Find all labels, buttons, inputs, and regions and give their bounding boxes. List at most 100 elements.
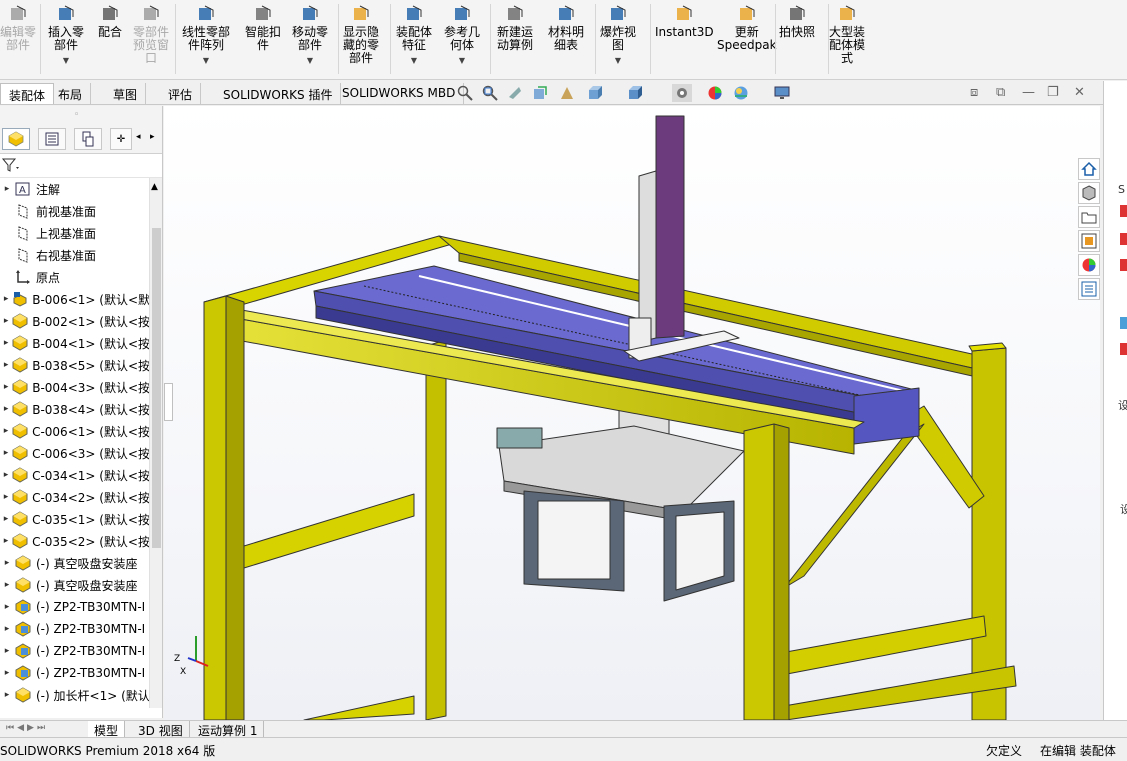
expand-arrow-icon[interactable]: ▸ — [0, 470, 12, 480]
expand-arrow-icon[interactable]: ▸ — [0, 382, 12, 392]
ribbon-button-move-component[interactable]: 移动零 部件 ▼ — [292, 4, 328, 67]
expand-arrow-icon[interactable]: ▸ — [0, 448, 12, 458]
graphics-area[interactable]: Z X — [164, 106, 1100, 720]
expand-arrow-icon[interactable]: ▸ — [0, 338, 12, 348]
design-library-icon[interactable] — [1078, 182, 1100, 204]
tree-node[interactable]: ▸ (-) ZP2-TB30MTN-I — [0, 596, 150, 618]
ribbon-button-exploded-view[interactable]: 爆炸视 图 ▼ — [600, 4, 636, 67]
tree-node[interactable]: ▸ C-034<2> (默认<按 — [0, 486, 150, 508]
tab-document-1[interactable]: 3D 视图 — [132, 721, 190, 738]
expand-arrow-icon[interactable]: ▸ — [0, 184, 14, 194]
dropdown-arrow-icon[interactable]: ▼ — [411, 54, 417, 67]
view-palette-icon[interactable] — [1078, 230, 1100, 252]
expand-arrow-icon[interactable]: ▸ — [0, 668, 14, 678]
dropdown-arrow-icon[interactable]: ▼ — [459, 54, 465, 67]
ribbon-button-insert-component[interactable]: 插入零 部件 ▼ — [48, 4, 84, 67]
tree-node[interactable]: 上视基准面 — [0, 222, 150, 244]
expand-arrow-icon[interactable]: ▸ — [0, 514, 12, 524]
hide-show-items-icon[interactable] — [672, 84, 692, 102]
tree-node[interactable]: ▸ B-002<1> (默认<按 — [0, 310, 150, 332]
edit-appearance-icon[interactable] — [705, 84, 725, 102]
tree-node[interactable]: ▸ B-038<5> (默认<按 — [0, 354, 150, 376]
tree-node[interactable]: 原点 — [0, 266, 150, 288]
ribbon-button-reference-geometry[interactable]: 参考几 何体 ▼ — [444, 4, 480, 67]
ribbon-button-show-hidden[interactable]: 显示隐 藏的零 部件 — [343, 4, 379, 65]
tree-node[interactable]: ▸ B-006<1> (默认<默 — [0, 288, 150, 310]
scroll-up-icon[interactable]: ▲ — [151, 182, 158, 192]
solidworks-resource-icon[interactable] — [1120, 205, 1127, 217]
expand-arrow-icon[interactable]: ▸ — [0, 426, 12, 436]
tab-document-2[interactable]: 运动算例 1 — [192, 721, 265, 738]
appearances-icon[interactable] — [1078, 254, 1100, 276]
tree-node[interactable]: ▸ B-004<3> (默认<按 — [0, 376, 150, 398]
community-icon[interactable] — [1120, 317, 1127, 329]
tab-document-0[interactable]: 模型 — [88, 721, 126, 738]
expand-arrow-icon[interactable]: ▸ — [0, 360, 12, 370]
panel-grip-icon[interactable]: ◦ — [74, 110, 79, 120]
expand-arrow-icon[interactable]: ▸ — [0, 316, 12, 326]
ribbon-button-assembly-features[interactable]: 装配体 特征 ▼ — [396, 4, 432, 67]
ribbon-button-linear-pattern[interactable]: 线性零部 件阵列 ▼ — [182, 4, 230, 67]
solidworks-resource-icon[interactable] — [1120, 233, 1127, 245]
ribbon-button-motion-study[interactable]: 新建运 动算例 — [497, 4, 533, 52]
property-manager-tab-icon[interactable] — [38, 128, 66, 150]
tab-command-3[interactable]: 评估 — [160, 83, 202, 104]
scroll-thumb[interactable] — [152, 228, 161, 548]
ribbon-button-edit-component[interactable]: 编辑零 部件 — [0, 4, 36, 52]
restore-left-icon[interactable]: ⧈ — [970, 85, 978, 100]
tab-command-4[interactable]: SOLIDWORKS 插件 — [215, 83, 342, 104]
expand-arrow-icon[interactable]: ▸ — [0, 536, 12, 546]
filter-icon[interactable] — [1, 158, 20, 175]
panel-flyout-handle[interactable] — [164, 383, 173, 421]
expand-arrow-icon[interactable]: ▸ — [0, 558, 14, 568]
close-document-icon[interactable]: ✕ — [1074, 85, 1085, 100]
tab-command-2[interactable]: 草图 — [105, 83, 147, 104]
solidworks-resource-icon[interactable] — [1120, 343, 1127, 355]
expand-arrow-icon[interactable]: ▸ — [0, 404, 12, 414]
tree-node[interactable]: ▸ B-038<4> (默认<按 — [0, 398, 150, 420]
dimxpert-tab-icon[interactable]: ✛ — [110, 128, 132, 150]
section-view-icon[interactable] — [530, 84, 550, 102]
tree-node[interactable]: ▸ (-) 真空吸盘安装座 — [0, 574, 150, 596]
tree-node[interactable]: ▸ (-) 加长杆<1> (默认 — [0, 684, 150, 706]
ribbon-button-smart-fasteners[interactable]: 智能扣 件 — [245, 4, 281, 52]
minimize-document-icon[interactable]: — — [1022, 85, 1035, 100]
tree-node[interactable]: ▸ C-006<3> (默认<按 — [0, 442, 150, 464]
restore-document-icon[interactable]: ❐ — [1047, 85, 1059, 100]
dynamic-annotation-icon[interactable] — [557, 84, 577, 102]
expand-arrow-icon[interactable]: ▸ — [0, 624, 14, 634]
ribbon-button-component-preview[interactable]: 零部件 预览窗 口 — [133, 4, 169, 65]
dropdown-arrow-icon[interactable]: ▼ — [203, 54, 209, 67]
apply-scene-icon[interactable] — [731, 84, 751, 102]
tree-node[interactable]: 前视基准面 — [0, 200, 150, 222]
ribbon-button-mate[interactable]: 配合 — [98, 4, 122, 39]
zoom-to-fit-icon[interactable] — [455, 84, 475, 102]
custom-properties-icon[interactable] — [1078, 278, 1100, 300]
tree-node[interactable]: ▸ (-) ZP2-TB30MTN-I — [0, 618, 150, 640]
home-icon[interactable] — [1078, 158, 1100, 180]
ribbon-button-snapshot[interactable]: 拍快照 — [779, 4, 815, 39]
tree-node[interactable]: ▸ C-035<2> (默认<按 — [0, 530, 150, 552]
ribbon-button-speedpak[interactable]: 更新 Speedpak — [717, 4, 777, 52]
tree-node[interactable]: ▸ C-034<1> (默认<按 — [0, 464, 150, 486]
solidworks-resource-icon[interactable] — [1120, 259, 1127, 271]
feature-manager-tab-icon[interactable] — [2, 128, 30, 150]
tabs-scroll-left-icon[interactable]: ◂ — [136, 132, 141, 142]
tree-node[interactable]: 右视基准面 — [0, 244, 150, 266]
expand-arrow-icon[interactable]: ▸ — [0, 646, 14, 656]
tree-node[interactable]: ▸ (-) ZP2-TB30MTN-I — [0, 662, 150, 684]
view-orientation-icon[interactable] — [585, 84, 605, 102]
dropdown-arrow-icon[interactable]: ▼ — [63, 54, 69, 67]
tab-command-5[interactable]: SOLIDWORKS MBD — [334, 83, 465, 104]
expand-arrow-icon[interactable]: ▸ — [0, 602, 14, 612]
ribbon-button-instant3d[interactable]: Instant3D — [655, 4, 714, 39]
tree-node[interactable]: ▸ (-) ZP2-TB30MTN-I — [0, 640, 150, 662]
dropdown-arrow-icon[interactable]: ▼ — [307, 54, 313, 67]
tree-node[interactable]: ▸ B-004<1> (默认<按 — [0, 332, 150, 354]
ribbon-button-bom[interactable]: 材料明 细表 — [548, 4, 584, 52]
tree-node[interactable]: ▸ C-035<1> (默认<按 — [0, 508, 150, 530]
tab-command-1[interactable]: 布局 — [50, 83, 92, 104]
expand-arrow-icon[interactable]: ▸ — [0, 580, 14, 590]
tree-scrollbar[interactable]: ▲ — [149, 178, 162, 708]
restore-right-icon[interactable]: ⧉ — [996, 85, 1005, 100]
